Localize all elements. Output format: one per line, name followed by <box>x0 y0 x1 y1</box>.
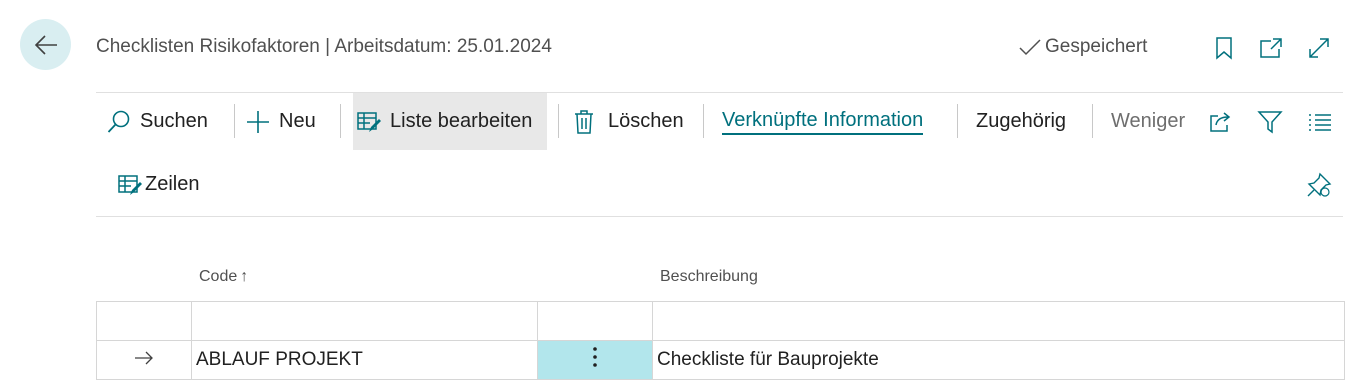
new-label: Neu <box>279 110 316 132</box>
search-label: Suchen <box>140 110 208 132</box>
column-header-description[interactable]: Beschreibung <box>660 268 758 286</box>
description-cell[interactable] <box>652 301 1345 341</box>
search-button[interactable]: Suchen <box>106 93 208 150</box>
table-row[interactable]: ABLAUF PROJEKT Checkliste für Bauprojekt… <box>96 340 1345 380</box>
related-tab[interactable]: Zugehörig <box>976 93 1066 150</box>
trash-icon <box>575 109 593 134</box>
list-view-button[interactable] <box>1307 93 1333 150</box>
saved-status-label: Gespeichert <box>1045 36 1148 57</box>
separator <box>558 104 559 138</box>
new-button[interactable]: Neu <box>245 93 316 150</box>
filter-icon <box>1257 110 1283 133</box>
column-header-code-label: Code <box>199 268 238 285</box>
related-information-label: Verknüpfte Information <box>722 109 924 135</box>
delete-button[interactable]: Löschen <box>572 93 684 150</box>
checkmark-icon <box>1019 39 1041 56</box>
arrow-right-icon <box>135 351 153 365</box>
edit-list-button[interactable]: Liste bearbeiten <box>353 93 547 150</box>
related-label: Zugehörig <box>976 110 1067 132</box>
edit-list-icon <box>357 111 381 132</box>
delete-label: Löschen <box>608 110 684 132</box>
lines-button[interactable]: Zeilen <box>117 156 199 213</box>
bookmark-icon <box>1216 37 1232 60</box>
separator <box>234 104 235 138</box>
pin-icon <box>1307 172 1332 197</box>
separator <box>703 104 704 138</box>
column-header-description-label: Beschreibung <box>660 268 758 285</box>
open-in-new-window-icon <box>1260 38 1282 58</box>
sort-ascending-icon: ↑ <box>240 268 249 285</box>
lines-icon <box>118 174 142 195</box>
share-icon <box>1210 111 1231 132</box>
saved-status: Gespeichert <box>1018 36 1147 58</box>
list-icon <box>1309 113 1331 131</box>
page-title: Checklisten Risikofaktoren | Arbeitsdatu… <box>96 36 552 57</box>
arrow-left-icon <box>34 34 57 55</box>
related-information-tab[interactable]: Verknüpfte Information <box>722 93 924 150</box>
table-row[interactable] <box>96 301 1345 341</box>
row-menu-cell[interactable] <box>537 301 653 341</box>
expand-button[interactable] <box>1307 36 1331 60</box>
separator <box>957 104 958 138</box>
edit-list-label: Liste bearbeiten <box>390 110 533 132</box>
less-label: Weniger <box>1111 110 1186 132</box>
separator <box>340 104 341 138</box>
row-indicator <box>96 340 192 380</box>
pin-button[interactable] <box>1306 156 1332 213</box>
column-header-code[interactable]: Code ↑ <box>199 268 248 286</box>
open-new-window-button[interactable] <box>1259 36 1283 60</box>
code-cell[interactable]: ABLAUF PROJEKT <box>191 340 538 380</box>
search-icon <box>107 110 130 133</box>
bookmark-button[interactable] <box>1212 36 1236 60</box>
row-menu-button[interactable] <box>537 340 653 380</box>
share-button[interactable] <box>1208 93 1234 150</box>
code-cell[interactable] <box>191 301 538 341</box>
row-indicator <box>96 301 192 341</box>
plus-icon <box>247 110 269 133</box>
description-cell[interactable]: Checkliste für Bauprojekte <box>652 340 1345 380</box>
more-vertical-icon <box>593 347 597 367</box>
lines-label: Zeilen <box>145 173 200 195</box>
expand-icon <box>1309 38 1329 58</box>
filter-button[interactable] <box>1257 93 1283 150</box>
separator <box>1092 104 1093 138</box>
divider <box>96 216 1343 217</box>
back-button[interactable] <box>20 19 71 70</box>
less-button[interactable]: Weniger <box>1111 93 1185 150</box>
data-grid: ABLAUF PROJEKT Checkliste für Bauprojekt… <box>96 301 1345 380</box>
